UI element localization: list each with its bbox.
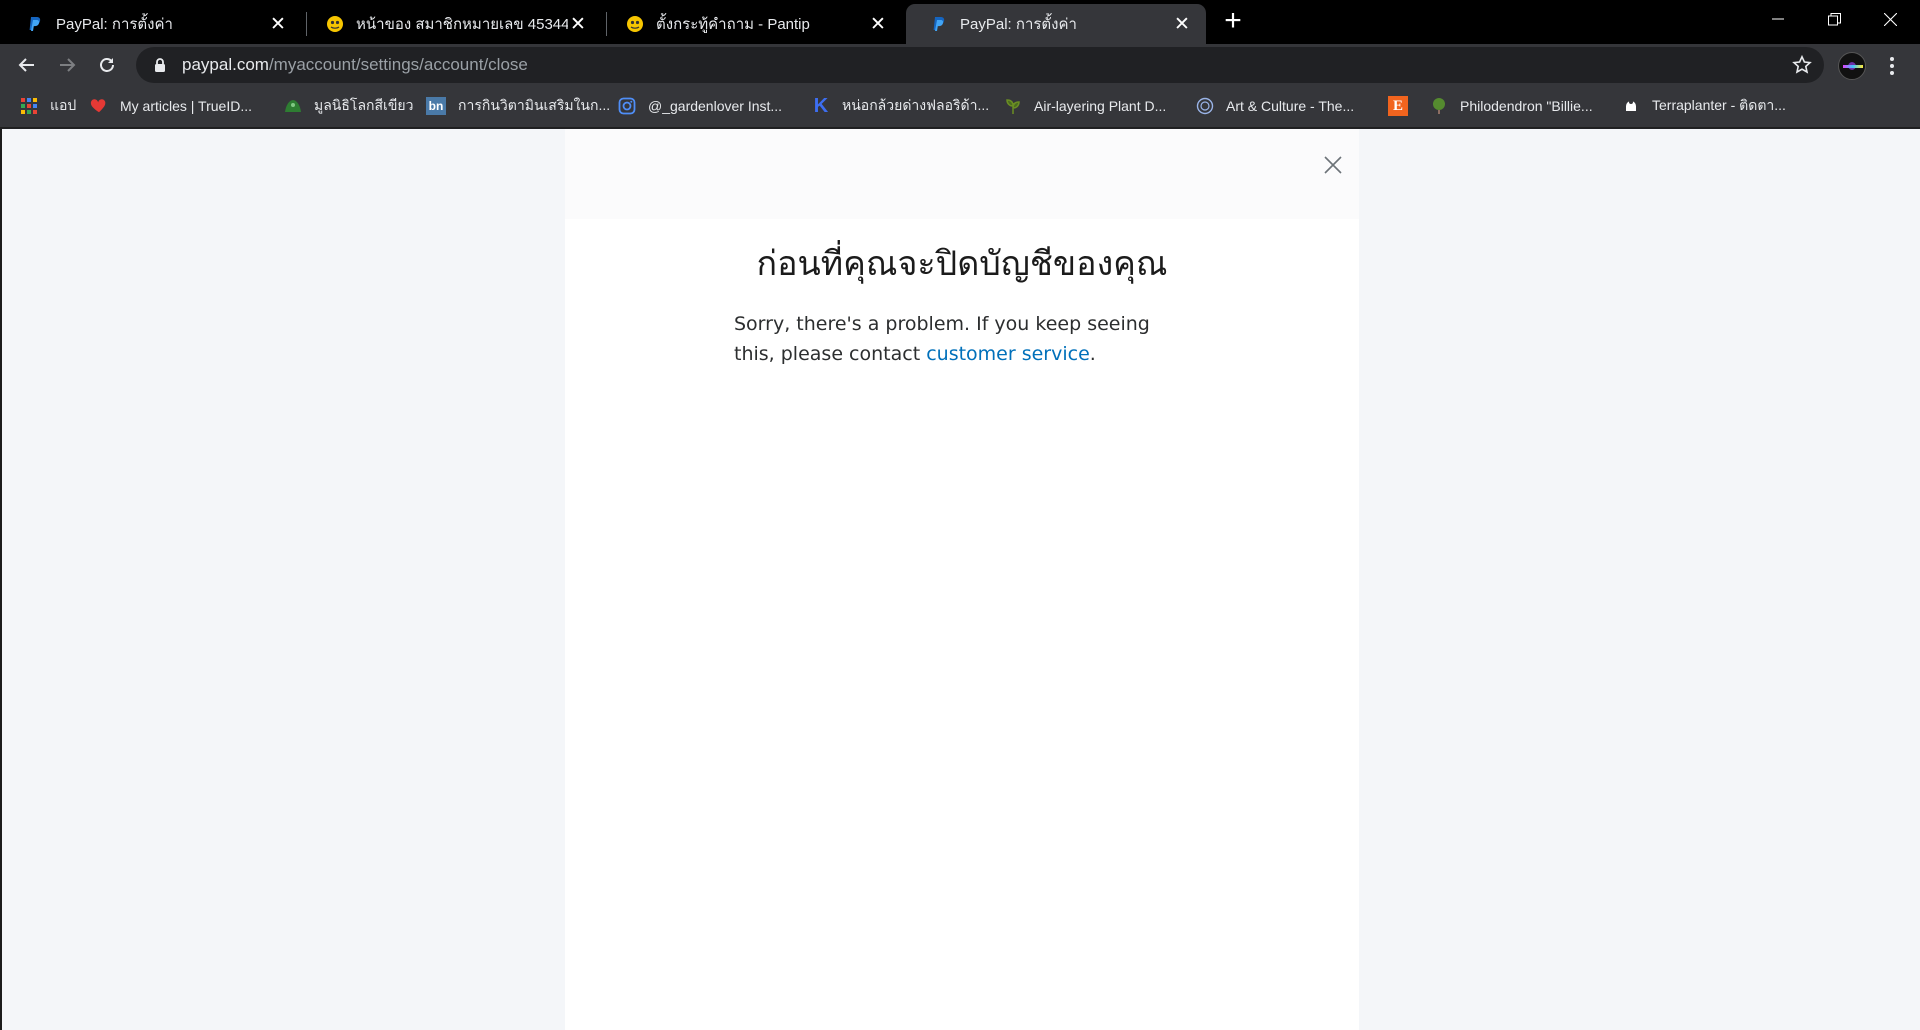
customer-service-link[interactable]: customer service	[926, 343, 1090, 365]
forward-button[interactable]	[50, 48, 84, 82]
bookmark-label: แอป	[50, 97, 77, 113]
close-tab-icon[interactable]: ✕	[268, 14, 288, 35]
minimize-button[interactable]	[1750, 0, 1806, 38]
bookmark-label: Terraplanter - ติดตา...	[1652, 97, 1786, 113]
profile-avatar[interactable]	[1838, 52, 1866, 80]
bookmark-art-culture[interactable]: Art & Culture - The...	[1196, 86, 1354, 126]
back-button[interactable]	[10, 48, 44, 82]
k-icon: K	[813, 94, 829, 117]
paypal-icon	[26, 15, 44, 33]
tab-pantip-ask[interactable]: ตั้งกระทู้คำถาม - Pantip ✕	[602, 4, 902, 44]
bookmark-instagram[interactable]: @_gardenlover Inst...	[618, 86, 782, 126]
tab-paypal-1[interactable]: PayPal: การตั้งค่า ✕	[2, 4, 302, 44]
lock-icon[interactable]	[152, 57, 168, 73]
more-menu-icon[interactable]	[1882, 54, 1902, 78]
reload-button[interactable]	[90, 48, 124, 82]
bookmark-banana[interactable]: K หน่อกล้วยด่างฟลอริด้า...	[812, 86, 989, 126]
bookmark-terraplanter[interactable]: Terraplanter - ติดตา...	[1622, 86, 1786, 126]
close-icon[interactable]	[1319, 151, 1347, 179]
plant-icon	[1004, 97, 1022, 115]
trueid-icon	[90, 97, 108, 115]
apps-grid-icon	[20, 97, 38, 115]
green-world-icon	[284, 97, 302, 115]
bookmark-label: Art & Culture - The...	[1226, 98, 1355, 114]
reload-icon	[100, 58, 114, 72]
pantip-icon	[626, 15, 644, 33]
bookmark-label: การกินวิตามินเสริมในก...	[458, 97, 611, 113]
bn-icon: bn	[426, 97, 446, 115]
art-culture-icon	[1196, 97, 1214, 115]
bookmark-trueid[interactable]: My articles | TrueID...	[90, 86, 252, 126]
forward-arrow-icon	[60, 58, 76, 72]
close-account-panel: ก่อนที่คุณจะปิดบัญชีของคุณ Sorry, there'…	[565, 129, 1359, 1030]
window-close-button[interactable]	[1862, 0, 1918, 38]
terraplanter-icon	[1622, 97, 1640, 115]
error-message: Sorry, there's a problem. If you keep se…	[734, 309, 1194, 369]
bookmark-label: Air-layering Plant D...	[1034, 98, 1167, 114]
bookmark-etsy[interactable]: E	[1388, 86, 1420, 126]
bookmarks-bar: แอป My articles | TrueID... มูลนิธิโลกสี…	[0, 86, 1920, 128]
tab-title: ตั้งกระทู้คำถาม - Pantip	[656, 16, 810, 33]
back-arrow-icon	[18, 58, 34, 72]
tab-title: หน้าของ สมาชิกหมายเลข 4534432 -	[356, 16, 568, 33]
pantip-icon	[326, 15, 344, 33]
instagram-icon	[618, 97, 636, 115]
close-tab-icon[interactable]: ✕	[1172, 14, 1192, 35]
error-text-end: .	[1089, 343, 1096, 365]
tab-title: PayPal: การตั้งค่า	[56, 16, 173, 33]
url-host: paypal.com	[182, 55, 269, 74]
tab-title: PayPal: การตั้งค่า	[960, 16, 1077, 33]
restore-icon	[1827, 12, 1841, 25]
bookmark-label: Philodendron "Billie...	[1460, 98, 1593, 114]
bookmark-label: หน่อกล้วยด่างฟลอริด้า...	[842, 97, 990, 113]
minimize-icon	[1772, 18, 1784, 20]
paypal-icon	[930, 15, 948, 33]
tab-strip: PayPal: การตั้งค่า ✕ หน้าของ สมาชิกหมายเ…	[0, 0, 1920, 44]
philodendron-icon	[1430, 97, 1448, 115]
close-tab-icon[interactable]: ✕	[568, 14, 588, 35]
tab-paypal-active[interactable]: PayPal: การตั้งค่า ✕	[906, 4, 1206, 44]
etsy-icon: E	[1388, 96, 1408, 116]
bookmark-vitamin[interactable]: bn การกินวิตามินเสริมในก...	[426, 86, 610, 126]
bookmark-star-icon[interactable]	[1792, 55, 1812, 75]
bookmark-philodendron[interactable]: Philodendron "Billie...	[1430, 86, 1593, 126]
bookmark-apps[interactable]: แอป	[20, 86, 76, 126]
address-bar[interactable]: paypal.com/myaccount/settings/account/cl…	[136, 47, 1824, 83]
bookmark-green-world[interactable]: มูลนิธิโลกสีเขียว	[284, 86, 413, 126]
panel-header	[565, 129, 1359, 219]
tab-pantip-member[interactable]: หน้าของ สมาชิกหมายเลข 4534432 - ✕	[302, 4, 602, 44]
bookmark-label: My articles | TrueID...	[120, 98, 252, 114]
page-background: ก่อนที่คุณจะปิดบัญชีของคุณ Sorry, there'…	[0, 129, 1920, 1030]
bookmark-label: มูลนิธิโลกสีเขียว	[314, 97, 414, 113]
close-tab-icon[interactable]: ✕	[868, 14, 888, 35]
page-title: ก่อนที่คุณจะปิดบัญชีของคุณ	[756, 244, 1168, 284]
bookmark-air-layering[interactable]: Air-layering Plant D...	[1004, 86, 1166, 126]
new-tab-button[interactable]: +	[1222, 6, 1244, 36]
restore-button[interactable]	[1806, 0, 1862, 38]
url-path: /myaccount/settings/account/close	[268, 55, 528, 74]
bookmark-label: @_gardenlover Inst...	[648, 98, 783, 114]
browser-toolbar: paypal.com/myaccount/settings/account/cl…	[0, 44, 1920, 86]
close-window-icon	[1883, 12, 1897, 26]
